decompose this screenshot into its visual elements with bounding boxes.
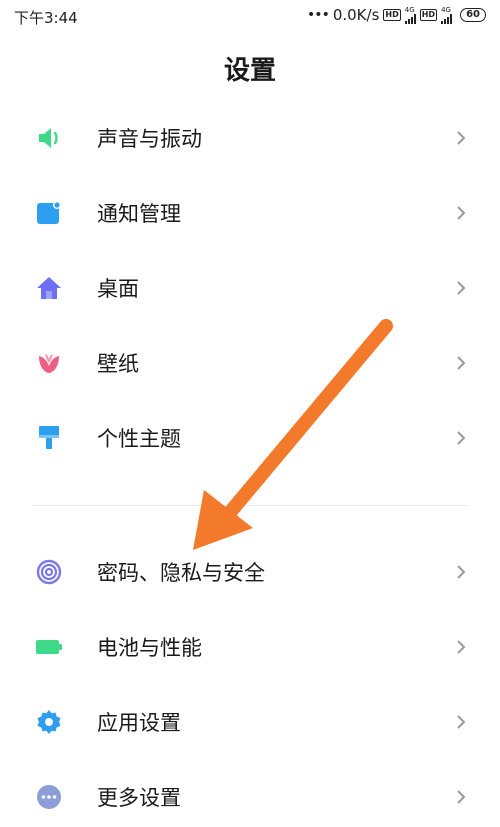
annotation-arrow	[193, 319, 393, 550]
